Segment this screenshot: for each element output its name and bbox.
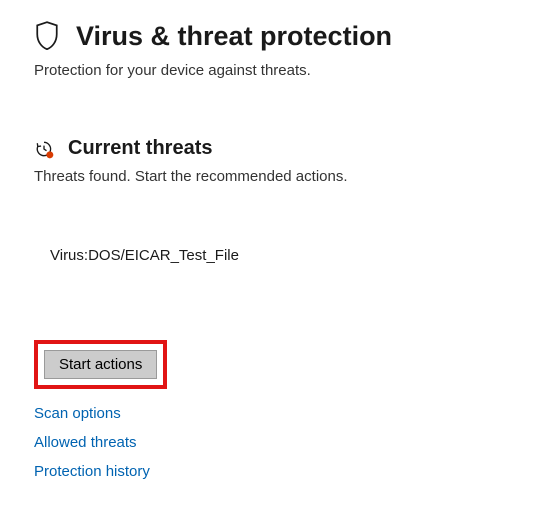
history-alert-icon xyxy=(34,139,54,159)
shield-icon xyxy=(34,20,60,52)
links-list: Scan options Allowed threats Protection … xyxy=(34,405,526,480)
page-subtitle: Protection for your device against threa… xyxy=(34,62,526,79)
current-threats-header: Current threats xyxy=(34,137,526,160)
start-actions-highlight: Start actions xyxy=(34,340,167,389)
current-threats-subtitle: Threats found. Start the recommended act… xyxy=(34,168,526,185)
scan-options-link[interactable]: Scan options xyxy=(34,405,121,422)
current-threats-heading: Current threats xyxy=(68,137,212,160)
page-header: Virus & threat protection xyxy=(34,20,526,52)
allowed-threats-link[interactable]: Allowed threats xyxy=(34,434,137,451)
page-title: Virus & threat protection xyxy=(76,21,392,52)
protection-history-link[interactable]: Protection history xyxy=(34,463,150,480)
threat-item: Virus:DOS/EICAR_Test_File xyxy=(50,247,526,264)
start-actions-button[interactable]: Start actions xyxy=(44,350,157,379)
